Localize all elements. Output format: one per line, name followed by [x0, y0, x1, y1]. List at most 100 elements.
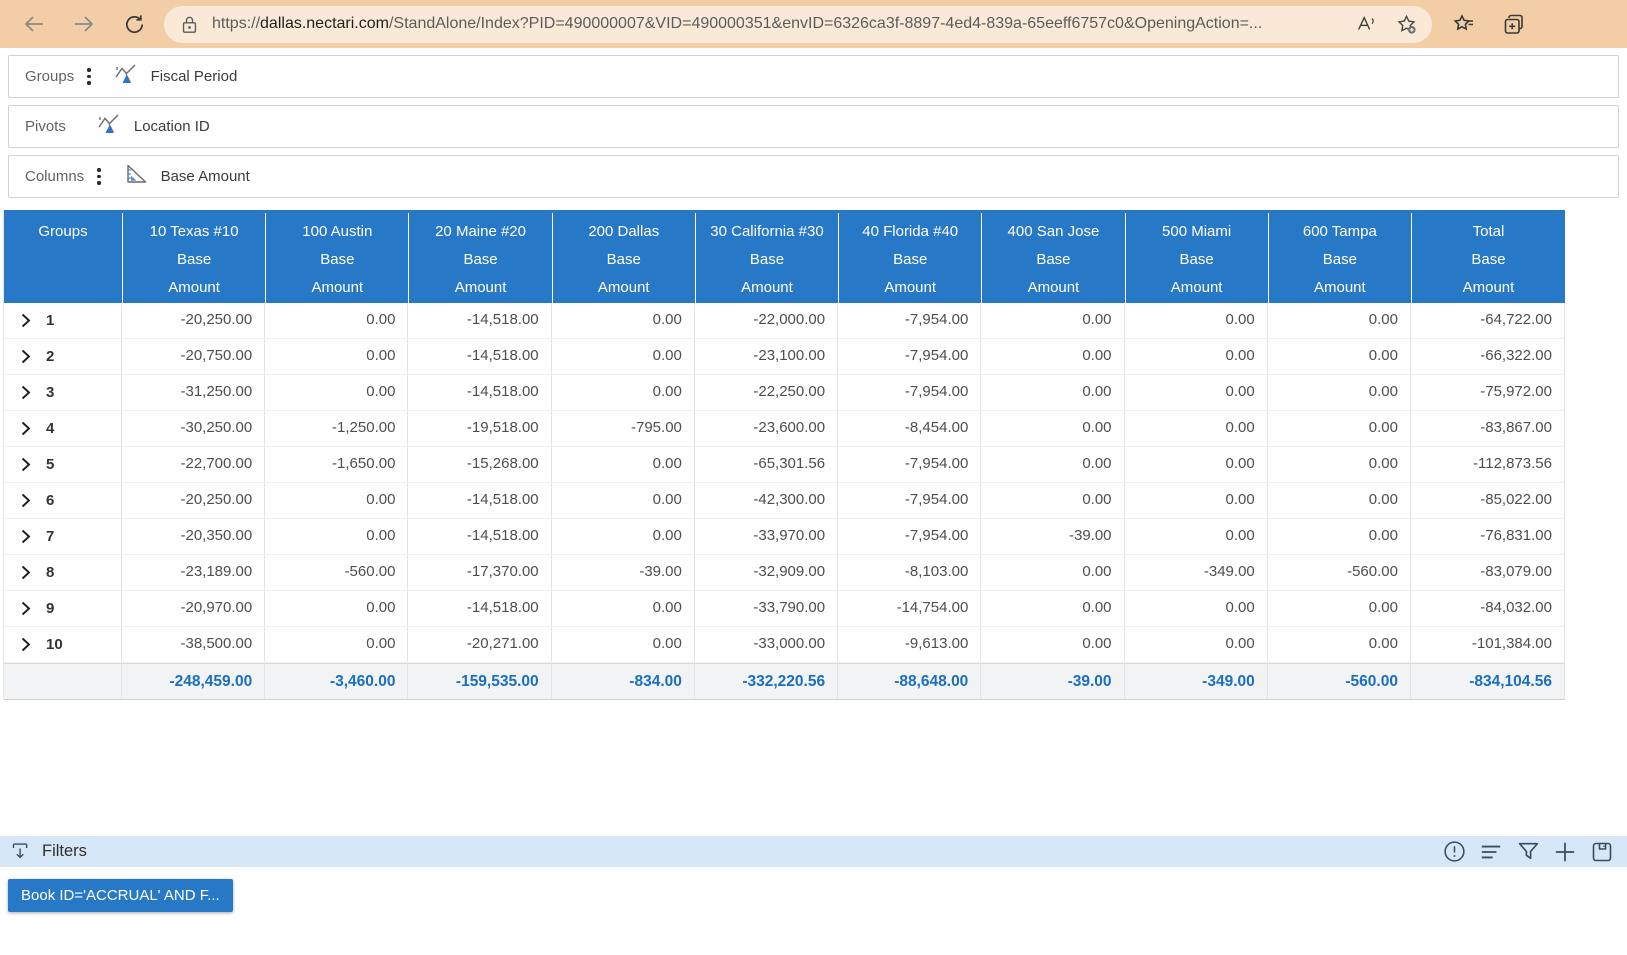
- table-row: 3 -31,250.000.00-14,518.000.00-22,250.00…: [4, 375, 1565, 411]
- header-amount-label: Amount: [839, 274, 981, 302]
- warning-circle-icon[interactable]: [1441, 839, 1467, 865]
- pivots-bar: Pivots Location ID: [8, 105, 1619, 148]
- forward-icon[interactable]: [72, 12, 96, 36]
- table-cell: -1,650.00: [265, 447, 408, 482]
- table-header-column[interactable]: 600 Tampa Base Amount: [1268, 213, 1411, 303]
- table-totals-row: -248,459.00-3,460.00-159,535.00-834.00-3…: [4, 663, 1565, 700]
- columns-bar: Columns Base Amount: [8, 155, 1619, 198]
- expand-chevron-icon[interactable]: [21, 313, 31, 328]
- address-bar[interactable]: https://dallas.nectari.com/StandAlone/In…: [164, 6, 1432, 43]
- table-cell: -22,700.00: [122, 447, 265, 482]
- table-cell: 0.00: [265, 483, 408, 518]
- add-filter-icon[interactable]: [1552, 839, 1578, 865]
- header-base-label: Base: [1269, 246, 1411, 274]
- table-cell: -30,250.00: [122, 411, 265, 446]
- table-cell: -20,250.00: [122, 483, 265, 518]
- expand-chevron-icon[interactable]: [21, 601, 31, 616]
- table-header-column[interactable]: 500 Miami Base Amount: [1125, 213, 1268, 303]
- collections-icon[interactable]: [1502, 12, 1526, 36]
- header-base-label: Base: [1412, 246, 1565, 274]
- table-cell: 0.00: [1268, 411, 1411, 446]
- totals-cell: -834.00: [552, 664, 695, 699]
- field-chip-fiscal-period[interactable]: Fiscal Period: [113, 61, 238, 92]
- table-cell: 0.00: [981, 483, 1124, 518]
- funnel-icon[interactable]: [1515, 839, 1541, 865]
- table-cell: -7,954.00: [838, 483, 981, 518]
- header-amount-label: Amount: [1269, 274, 1411, 302]
- table-cell: -349.00: [1125, 555, 1268, 590]
- field-chip-base-amount[interactable]: Base Amount: [123, 161, 250, 192]
- table-header-column[interactable]: 10 Texas #10 Base Amount: [122, 213, 265, 303]
- table-cell: -31,250.00: [122, 375, 265, 410]
- table-header-groups[interactable]: Groups: [4, 213, 122, 303]
- group-cell: 2: [4, 339, 122, 374]
- table-cell: -14,518.00: [408, 483, 551, 518]
- favorites-bar-icon[interactable]: [1452, 12, 1476, 36]
- kebab-menu-icon[interactable]: [87, 68, 90, 84]
- table-cell: -7,954.00: [838, 519, 981, 554]
- read-aloud-icon[interactable]: [1354, 12, 1378, 36]
- refresh-icon[interactable]: [122, 12, 146, 36]
- pivot-grid: Groups 10 Texas #10 Base Amount 100 Aust…: [3, 210, 1565, 700]
- table-cell: 0.00: [1125, 303, 1268, 338]
- table-cell: -23,600.00: [695, 411, 838, 446]
- table-cell: -101,384.00: [1411, 627, 1565, 662]
- table-header-column[interactable]: Total Base Amount: [1411, 213, 1565, 303]
- table-cell: -76,831.00: [1411, 519, 1565, 554]
- table-header-column[interactable]: 200 Dallas Base Amount: [552, 213, 695, 303]
- field-chip-location-id[interactable]: Location ID: [96, 111, 210, 142]
- header-amount-label: Amount: [266, 274, 408, 302]
- table-cell: 0.00: [1125, 483, 1268, 518]
- group-cell: 6: [4, 483, 122, 518]
- save-icon[interactable]: [1589, 839, 1615, 865]
- header-base-label: Base: [123, 246, 265, 274]
- expand-chevron-icon[interactable]: [21, 565, 31, 580]
- filter-chip-book-id[interactable]: Book ID='ACCRUAL' AND F...: [8, 879, 233, 912]
- expand-chevron-icon[interactable]: [21, 493, 31, 508]
- table-cell: 0.00: [552, 447, 695, 482]
- table-header-column[interactable]: 400 San Jose Base Amount: [981, 213, 1124, 303]
- add-favorite-icon[interactable]: [1394, 12, 1418, 36]
- table-cell: 0.00: [981, 303, 1124, 338]
- group-label: 7: [46, 528, 54, 545]
- group-label: 1: [46, 312, 54, 329]
- header-column-name: 30 California #30: [696, 218, 838, 246]
- expand-chevron-icon[interactable]: [21, 349, 31, 364]
- expand-chevron-icon[interactable]: [21, 385, 31, 400]
- expand-chevron-icon[interactable]: [21, 457, 31, 472]
- table-cell: 0.00: [265, 339, 408, 374]
- expand-chevron-icon[interactable]: [21, 637, 31, 652]
- header-column-name: 600 Tampa: [1269, 218, 1411, 246]
- lock-icon[interactable]: [180, 12, 198, 36]
- table-cell: -7,954.00: [838, 303, 981, 338]
- header-base-label: Base: [409, 246, 551, 274]
- header-amount-label: Amount: [696, 274, 838, 302]
- totals-cell: -349.00: [1125, 664, 1268, 699]
- header-base-label: Base: [553, 246, 695, 274]
- table-header-column[interactable]: 40 Florida #40 Base Amount: [838, 213, 981, 303]
- field-list-icon[interactable]: [1478, 839, 1504, 865]
- expand-chevron-icon[interactable]: [21, 421, 31, 436]
- table-header-column[interactable]: 30 California #30 Base Amount: [695, 213, 838, 303]
- expand-chevron-icon[interactable]: [21, 529, 31, 544]
- kebab-menu-icon[interactable]: [97, 168, 100, 184]
- group-label: 8: [46, 564, 54, 581]
- back-icon[interactable]: [22, 12, 46, 36]
- collapse-filters-icon[interactable]: [10, 841, 31, 862]
- header-base-label: Base: [1126, 246, 1268, 274]
- table-cell: 0.00: [981, 555, 1124, 590]
- table-cell: -15,268.00: [408, 447, 551, 482]
- group-cell: 4: [4, 411, 122, 446]
- group-label: 3: [46, 384, 54, 401]
- columns-bar-label: Columns: [25, 168, 84, 185]
- table-cell: 0.00: [1268, 447, 1411, 482]
- table-header-column[interactable]: 100 Austin Base Amount: [265, 213, 408, 303]
- table-cell: -8,103.00: [838, 555, 981, 590]
- table-cell: 0.00: [552, 519, 695, 554]
- totals-cell: -39.00: [981, 664, 1124, 699]
- table-cell: -19,518.00: [408, 411, 551, 446]
- url-text: https://dallas.nectari.com/StandAlone/In…: [212, 15, 1344, 33]
- table-cell: -1,250.00: [265, 411, 408, 446]
- table-header-column[interactable]: 20 Maine #20 Base Amount: [408, 213, 551, 303]
- table-cell: 0.00: [1268, 519, 1411, 554]
